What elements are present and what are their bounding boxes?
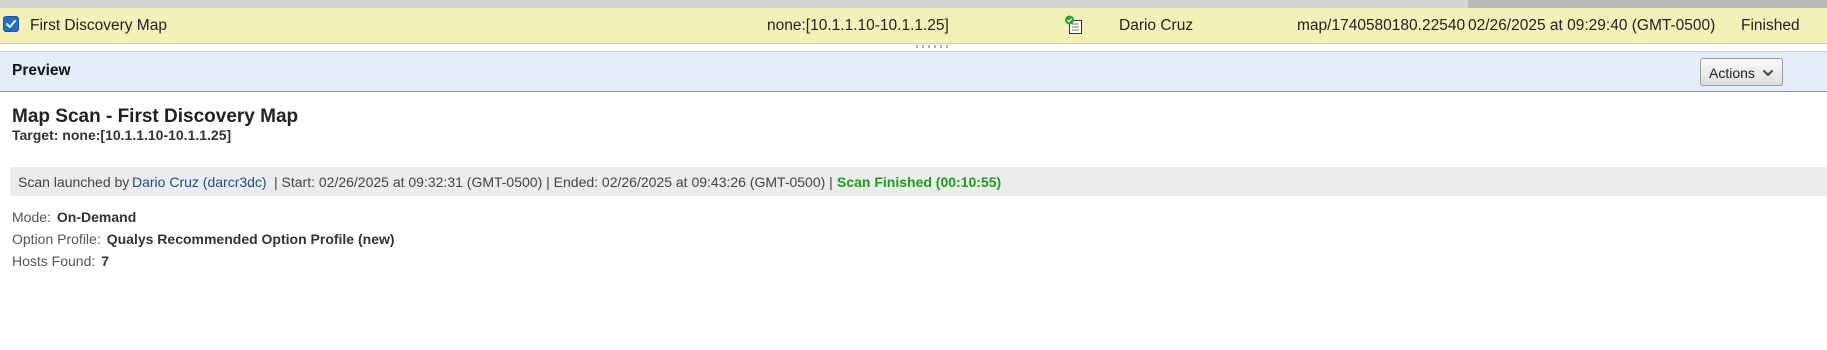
scan-title: Map Scan - First Discovery Map [12, 106, 299, 127]
scrollbar-thumb[interactable] [1468, 0, 1827, 8]
mode-row: Mode: On-Demand [12, 209, 136, 225]
actions-button[interactable]: Actions [1700, 58, 1783, 86]
launched-by-label: Scan launched by [18, 174, 130, 190]
actions-button-label: Actions [1709, 65, 1755, 81]
scan-status-icon[interactable] [1064, 15, 1084, 35]
preview-heading: Preview [12, 62, 71, 79]
hosts-found-value: 7 [101, 253, 110, 269]
chevron-down-icon [1762, 69, 1774, 77]
row-reference: map/1740580180.22540 [1297, 17, 1466, 34]
scan-info-bar: Scan launched by Dario Cruz (darcr3dc) |… [10, 167, 1827, 196]
row-user: Dario Cruz [1119, 17, 1194, 34]
mode-label: Mode: [12, 209, 51, 225]
horizontal-scrollbar[interactable] [0, 0, 1827, 8]
preview-header: Preview Actions [0, 52, 1827, 92]
launched-by-link[interactable]: Dario Cruz (darcr3dc) [132, 174, 267, 190]
pane-splitter[interactable] [0, 44, 1827, 52]
hosts-found-row: Hosts Found: 7 [12, 253, 109, 269]
table-row[interactable]: First Discovery Map none:[10.1.1.10-10.1… [0, 8, 1827, 44]
row-status: Finished [1741, 17, 1800, 34]
row-launch-date: 02/26/2025 at 09:29:40 (GMT-0500) [1468, 17, 1716, 34]
option-profile-label: Option Profile: [12, 231, 101, 247]
row-checkbox[interactable] [3, 16, 19, 32]
option-profile-value: Qualys Recommended Option Profile (new) [106, 231, 395, 247]
hosts-found-label: Hosts Found: [12, 253, 96, 269]
mode-value: On-Demand [56, 209, 137, 225]
scan-times: | Start: 02/26/2025 at 09:32:31 (GMT-050… [274, 174, 833, 190]
row-target: none:[10.1.1.10-10.1.1.25] [767, 17, 949, 34]
splitter-grip-icon[interactable] [916, 45, 950, 48]
row-title[interactable]: First Discovery Map [30, 17, 167, 35]
check-icon [6, 20, 16, 28]
option-profile-row: Option Profile: Qualys Recommended Option… [12, 231, 395, 247]
scan-target: Target: none:[10.1.1.10-10.1.1.25] [12, 127, 232, 143]
scan-finished-status: Scan Finished (00:10:55) [837, 174, 1002, 190]
